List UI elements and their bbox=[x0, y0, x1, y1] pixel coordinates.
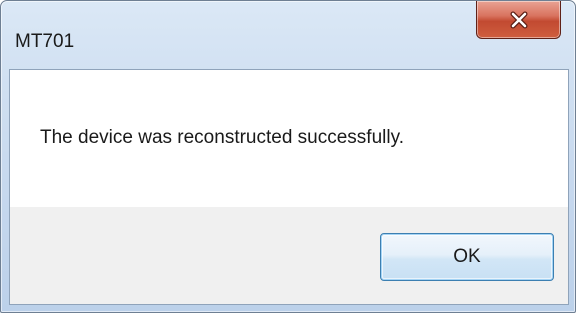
dialog-client-area: The device was reconstructed successfull… bbox=[9, 69, 569, 305]
ok-button[interactable]: OK bbox=[380, 233, 554, 281]
message-text: The device was reconstructed successfull… bbox=[40, 127, 404, 148]
dialog-window: MT701 The device was reconstructed succe… bbox=[0, 0, 576, 313]
title-bar[interactable]: MT701 bbox=[1, 1, 575, 69]
close-button[interactable] bbox=[476, 1, 561, 39]
message-area: The device was reconstructed successfull… bbox=[10, 70, 568, 207]
window-title: MT701 bbox=[15, 31, 75, 52]
button-area: OK bbox=[10, 207, 568, 304]
close-icon bbox=[509, 11, 529, 29]
